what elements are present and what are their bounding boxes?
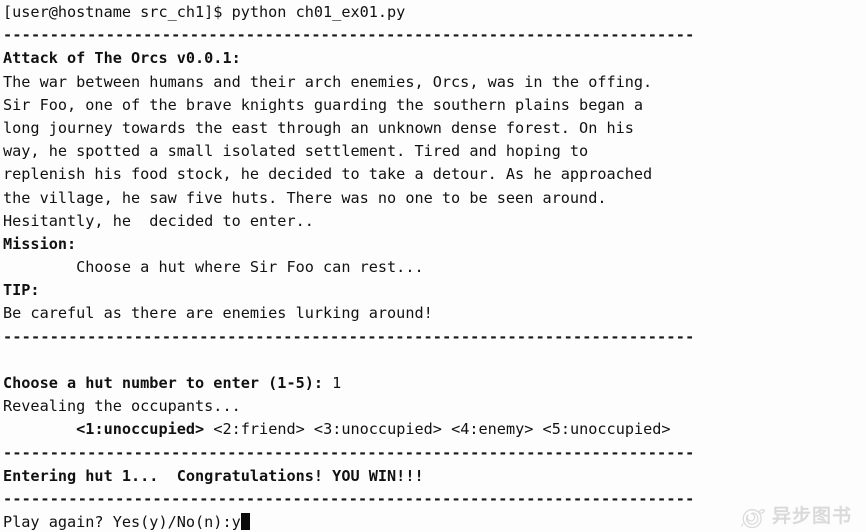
game-title: Attack of The Orcs v0.0.1: (3, 49, 241, 68)
occupant-gap-2 (305, 420, 314, 438)
play-again-prompt[interactable]: Play again? Yes(y)/No(n):y (3, 511, 866, 532)
story-line-5: replenish his food stock, he decided to … (3, 165, 653, 184)
separator-rule-top: ----------------------------------------… (3, 26, 695, 45)
occupant-gap-1 (204, 420, 213, 438)
choose-hut-label: Choose a hut number to enter (1-5): (3, 374, 333, 392)
choose-hut-prompt[interactable]: Choose a hut number to enter (1-5): 1 (3, 372, 866, 395)
story-line-6: the village, he saw five huts. There was… (3, 188, 607, 207)
mission-text: Choose a hut where Sir Foo can rest... (3, 258, 424, 277)
separator-rule-result-top: ----------------------------------------… (3, 443, 695, 462)
play-again-value: y (231, 513, 241, 532)
occupant-hut-2: <2:friend> (213, 420, 305, 439)
text-cursor (240, 513, 251, 531)
occupants-indent (3, 420, 76, 438)
mission-label: Mission: (3, 234, 77, 253)
tip-text: Be careful as there are enemies lurking … (3, 304, 433, 323)
play-again-label: Play again? Yes(y)/No(n): (3, 513, 232, 532)
separator-rule-result-bottom: ----------------------------------------… (3, 489, 695, 508)
terminal-window[interactable]: [user@hostname src_ch1]$ python ch01_ex0… (0, 0, 866, 532)
story-line-4: way, he spotted a small isolated settlem… (3, 142, 589, 161)
result-line: Entering hut 1... Congratulations! YOU W… (3, 466, 424, 485)
occupant-gap-4 (533, 420, 542, 438)
occupant-hut-3: <3:unoccupied> (313, 420, 442, 439)
occupant-hut-1: <1:unoccupied> (76, 420, 205, 439)
occupant-gap-3 (442, 420, 451, 438)
tip-label: TIP: (3, 281, 40, 300)
occupant-hut-4: <4:enemy> (451, 420, 534, 439)
story-line-2: Sir Foo, one of the brave knights guardi… (3, 95, 644, 114)
occupant-hut-5: <5:unoccupied> (542, 420, 671, 439)
terminal-screen[interactable]: [user@hostname src_ch1]$ python ch01_ex0… (3, 1, 866, 532)
prompt-line: [user@hostname src_ch1]$ python ch01_ex0… (3, 3, 406, 21)
story-line-1: The war between humans and their arch en… (3, 72, 653, 91)
separator-rule-mid: ----------------------------------------… (3, 327, 695, 346)
choose-hut-value: 1 (332, 374, 342, 392)
story-line-3: long journey towards the east through an… (3, 118, 634, 137)
occupants-line: <1:unoccupied> <2:friend> <3:unoccupied>… (3, 418, 866, 441)
revealing-text: Revealing the occupants... (3, 397, 241, 416)
story-line-7: Hesitantly, he decided to enter.. (3, 211, 314, 230)
